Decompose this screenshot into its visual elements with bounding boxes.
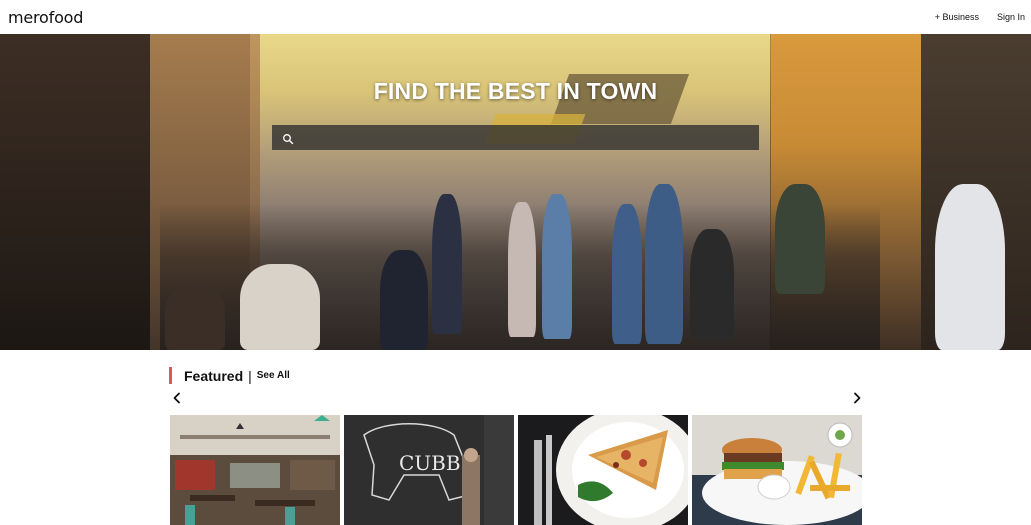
sign-in-link[interactable]: Sign In bbox=[997, 12, 1025, 22]
hero-chalkboard bbox=[690, 229, 734, 339]
carousel-prev-button[interactable] bbox=[170, 391, 184, 405]
hero-person bbox=[165, 284, 225, 350]
business-link[interactable]: + Business bbox=[935, 12, 979, 22]
hero-person bbox=[240, 264, 320, 350]
featured-carousel: CUBB bbox=[170, 415, 864, 525]
hero-person bbox=[775, 184, 825, 294]
hero-banner: FIND THE BEST IN TOWN bbox=[0, 34, 1031, 350]
search-icon bbox=[282, 132, 294, 144]
svg-text:CUBB: CUBB bbox=[399, 451, 461, 475]
hero-title: FIND THE BEST IN TOWN bbox=[373, 78, 658, 104]
hero-person bbox=[542, 194, 572, 339]
featured-card[interactable]: CUBB bbox=[344, 415, 514, 525]
pizza-image bbox=[518, 415, 688, 525]
chevron-left-icon bbox=[173, 392, 180, 404]
top-nav-bar: merofood + Business Sign In bbox=[0, 0, 1031, 34]
hero-person bbox=[508, 202, 536, 337]
hero-person bbox=[380, 250, 428, 350]
search-input[interactable] bbox=[294, 125, 759, 150]
hero-person bbox=[432, 194, 462, 334]
hero-person bbox=[645, 184, 683, 344]
search-bar[interactable] bbox=[272, 125, 759, 150]
restaurant-interior-image bbox=[170, 415, 340, 525]
featured-separator: | bbox=[248, 367, 252, 384]
featured-card[interactable] bbox=[518, 415, 688, 525]
hero-person bbox=[935, 184, 1005, 350]
featured-card[interactable] bbox=[692, 415, 862, 525]
featured-accent-bar bbox=[169, 367, 172, 384]
site-logo[interactable]: merofood bbox=[8, 8, 83, 27]
hero-person bbox=[612, 204, 642, 344]
featured-header: Featured | See All bbox=[169, 367, 290, 384]
featured-card[interactable] bbox=[170, 415, 340, 525]
nav-links: + Business Sign In bbox=[935, 12, 1025, 22]
chalkboard-mural-image: CUBB bbox=[344, 415, 514, 525]
carousel-next-button[interactable] bbox=[850, 391, 864, 405]
featured-title: Featured bbox=[184, 367, 244, 384]
chevron-right-icon bbox=[854, 392, 861, 404]
see-all-link[interactable]: See All bbox=[257, 370, 290, 381]
burger-fries-image bbox=[692, 415, 862, 525]
